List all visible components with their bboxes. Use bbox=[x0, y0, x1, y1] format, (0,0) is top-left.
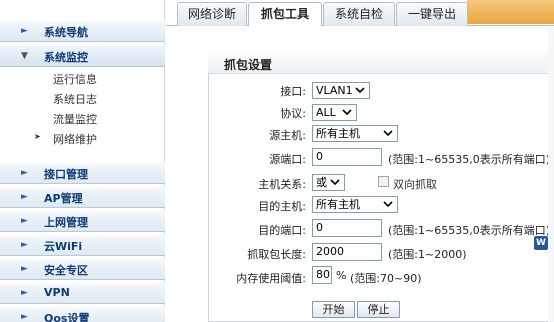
packet-length-label: 抓取包长度: bbox=[247, 248, 306, 261]
sidebar-item-label: 安全专区 bbox=[44, 264, 88, 277]
chevron-right-icon: ► bbox=[21, 216, 28, 226]
interface-select[interactable]: VLAN1 bbox=[312, 82, 370, 99]
dst-host-select[interactable]: 所有主机 bbox=[312, 196, 398, 213]
tab-one-click-export[interactable]: 一键导出 bbox=[396, 2, 468, 26]
chevron-right-icon: ► bbox=[21, 168, 28, 178]
protocol-value: ALL bbox=[316, 106, 336, 119]
sidebar-subitem-runtime-info[interactable]: 运行信息 bbox=[0, 68, 165, 88]
sidebar-subitem-label: 流量监控 bbox=[53, 113, 97, 126]
chevron-right-icon: ► bbox=[21, 26, 28, 36]
sidebar-item-system-monitor[interactable]: ▼ 系统监控 bbox=[0, 45, 165, 67]
dst-port-label: 目的端口: bbox=[258, 224, 306, 237]
sidebar-subitem-label: 运行信息 bbox=[53, 73, 97, 86]
sidebar: ► 系统导航 ▼ 系统监控 运行信息 系统日志 流量监控 ➤ 网络维护 ► 接口… bbox=[0, 0, 165, 322]
memory-threshold-input[interactable]: 80 bbox=[312, 266, 332, 284]
sidebar-item-security[interactable]: ► 安全专区 bbox=[0, 258, 165, 280]
interface-label: 接口: bbox=[280, 85, 306, 98]
src-port-label: 源端口: bbox=[269, 153, 306, 166]
dropdown-arrow-icon bbox=[383, 130, 393, 137]
tab-label: 一键导出 bbox=[407, 7, 456, 21]
tab-label: 网络诊断 bbox=[187, 7, 236, 21]
src-host-value: 所有主机 bbox=[316, 127, 360, 140]
tab-label: 抓包工具 bbox=[260, 7, 309, 21]
sidebar-subitem-label: 系统日志 bbox=[53, 93, 97, 106]
dst-port-hint: (范围:1~65535,0表示所有端口) bbox=[388, 224, 550, 237]
src-port-input[interactable]: 0 bbox=[312, 148, 382, 166]
scrollbar-track[interactable] bbox=[548, 26, 554, 322]
sidebar-item-interface-mgmt[interactable]: ► 接口管理 bbox=[0, 162, 165, 184]
bidirectional-label: 双向抓取 bbox=[393, 178, 437, 191]
host-relation-value: 或 bbox=[316, 176, 327, 189]
sidebar-item-label: Qos设置 bbox=[44, 312, 90, 322]
tab-label: 系统自检 bbox=[334, 7, 383, 21]
current-item-arrow-icon: ➤ bbox=[34, 132, 41, 141]
interface-value: VLAN1 bbox=[316, 84, 353, 97]
bidirectional-checkbox[interactable] bbox=[378, 176, 389, 187]
sidebar-item-vpn[interactable]: ► VPN bbox=[0, 282, 165, 304]
stop-button[interactable]: 停止 bbox=[357, 301, 400, 318]
packet-length-hint: (范围:1~2000) bbox=[388, 248, 467, 261]
sidebar-item-label: 接口管理 bbox=[44, 168, 88, 181]
protocol-select[interactable]: ALL bbox=[312, 104, 357, 121]
protocol-label: 协议: bbox=[280, 107, 306, 120]
panel-title: 抓包设置 bbox=[224, 58, 273, 72]
sidebar-item-label: 系统导航 bbox=[44, 26, 88, 39]
memory-threshold-hint: (范围:70~90) bbox=[350, 272, 422, 285]
sidebar-subitem-network-maintenance[interactable]: ➤ 网络维护 bbox=[0, 128, 165, 148]
dst-port-input[interactable]: 0 bbox=[312, 219, 382, 237]
src-host-select[interactable]: 所有主机 bbox=[312, 125, 398, 142]
sidebar-item-label: VPN bbox=[44, 286, 70, 299]
src-host-label: 源主机: bbox=[269, 129, 306, 142]
sidebar-item-internet-mgmt[interactable]: ► 上网管理 bbox=[0, 210, 165, 232]
sidebar-item-label: 上网管理 bbox=[44, 216, 88, 229]
tab-network-diagnosis[interactable]: 网络诊断 bbox=[177, 2, 247, 26]
start-button[interactable]: 开始 bbox=[312, 301, 355, 318]
sidebar-subitem-system-log[interactable]: 系统日志 bbox=[0, 88, 165, 108]
sidebar-item-qos[interactable]: ► Qos设置 bbox=[0, 306, 165, 322]
tab-self-check[interactable]: 系统自检 bbox=[323, 2, 395, 26]
sidebar-item-ap-mgmt[interactable]: ► AP管理 bbox=[0, 186, 165, 208]
header-accent-bar bbox=[467, 0, 554, 24]
host-relation-select[interactable]: 或 bbox=[312, 174, 345, 191]
chevron-right-icon: ► bbox=[21, 240, 28, 250]
host-relation-label: 主机关系: bbox=[258, 178, 306, 191]
chevron-right-icon: ► bbox=[21, 312, 28, 322]
sidebar-item-label: 系统监控 bbox=[44, 51, 88, 64]
dst-host-value: 所有主机 bbox=[316, 198, 360, 211]
chevron-right-icon: ► bbox=[21, 288, 28, 298]
dropdown-arrow-icon bbox=[383, 201, 393, 208]
panel-header: 抓包设置 bbox=[208, 52, 554, 74]
sidebar-subitem-traffic-monitor[interactable]: 流量监控 bbox=[0, 108, 165, 128]
dropdown-arrow-icon bbox=[330, 179, 340, 186]
tab-packet-capture[interactable]: 抓包工具 bbox=[248, 2, 322, 27]
dropdown-arrow-icon bbox=[342, 109, 352, 116]
chevron-down-icon: ▼ bbox=[21, 51, 28, 61]
memory-threshold-label: 内存使用阈值: bbox=[236, 272, 306, 285]
dst-host-label: 目的主机: bbox=[258, 200, 306, 213]
packet-length-input[interactable]: 2000 bbox=[312, 243, 382, 261]
sidebar-subitem-label: 网络维护 bbox=[53, 133, 97, 146]
memory-threshold-unit: % bbox=[336, 269, 347, 282]
dropdown-arrow-icon bbox=[355, 87, 365, 94]
sidebar-item-label: 云WiFi bbox=[44, 240, 83, 253]
src-port-hint: (范围:1~65535,0表示所有端口) bbox=[388, 153, 550, 166]
sidebar-item-label: AP管理 bbox=[44, 192, 83, 205]
chevron-right-icon: ► bbox=[21, 264, 28, 274]
sidebar-item-cloud-wifi[interactable]: ► 云WiFi bbox=[0, 234, 165, 256]
chevron-right-icon: ► bbox=[21, 192, 28, 202]
word-icon[interactable]: W bbox=[534, 236, 548, 250]
sidebar-item-system-nav[interactable]: ► 系统导航 bbox=[0, 20, 165, 42]
